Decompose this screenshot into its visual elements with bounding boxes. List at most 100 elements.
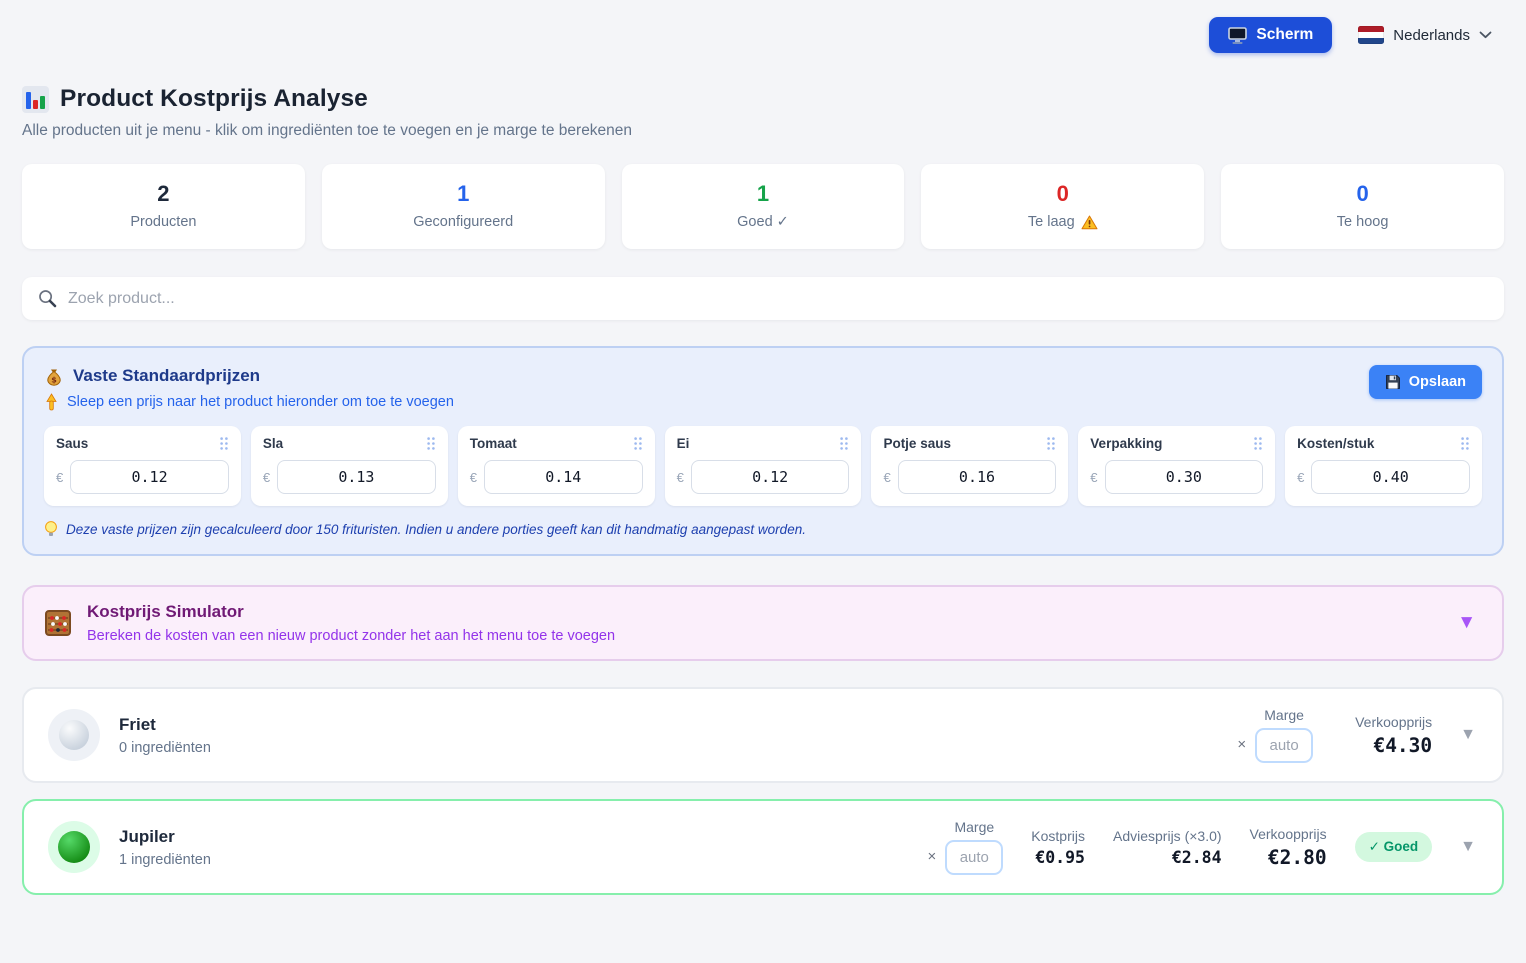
stat-card-te-hoog: 0 Te hoog — [1221, 164, 1504, 249]
simulator-subtitle: Bereken de kosten van een nieuw product … — [87, 628, 615, 644]
verkoopprijs-label: Verkoopprijs — [1250, 826, 1327, 842]
language-selector[interactable]: Nederlands — [1358, 26, 1492, 44]
stats-row: 2 Producten 1 Geconfigureerd 1 Goed ✓ 0 … — [22, 164, 1504, 249]
price-chip-label: Saus — [56, 436, 88, 451]
price-chip-sla[interactable]: Sla € — [251, 426, 448, 506]
search-input[interactable] — [68, 290, 1488, 308]
stat-value: 0 — [1231, 181, 1494, 207]
drag-handle-icon[interactable] — [1046, 436, 1056, 451]
marge-label: Marge — [945, 819, 1003, 835]
simulator-title: Kostprijs Simulator — [87, 602, 615, 622]
standard-prices-subtitle: Sleep een prijs naar het product hierond… — [44, 393, 454, 411]
bar-chart-icon — [22, 86, 49, 113]
price-input[interactable] — [70, 460, 229, 494]
price-chip-label: Verpakking — [1090, 436, 1162, 451]
expand-row-icon[interactable]: ▼ — [1460, 838, 1476, 856]
expand-row-icon[interactable]: ▼ — [1460, 726, 1476, 744]
page-subtitle: Alle producten uit je menu - klik om ing… — [22, 122, 1504, 140]
floppy-disk-icon — [1385, 374, 1401, 390]
simulator-expand-icon[interactable]: ▼ — [1457, 612, 1476, 634]
price-chip-potje-saus[interactable]: Potje saus € — [871, 426, 1068, 506]
price-chip-saus[interactable]: Saus € — [44, 426, 241, 506]
monitor-icon — [1228, 27, 1247, 44]
green-ball-icon — [58, 831, 90, 863]
product-ingredients: 1 ingrediënten — [119, 852, 211, 868]
stat-value: 1 — [332, 181, 595, 207]
page-title: Product Kostprijs Analyse — [22, 85, 1504, 113]
drag-handle-icon[interactable] — [839, 436, 849, 451]
drag-handle-icon[interactable] — [633, 436, 643, 451]
abacus-icon — [44, 609, 72, 637]
grey-ball-icon — [59, 720, 89, 750]
product-ingredients: 0 ingrediënten — [119, 740, 211, 756]
marge-input[interactable] — [945, 840, 1003, 875]
page-header: Product Kostprijs Analyse Alle producten… — [22, 85, 1504, 140]
currency-symbol: € — [1297, 470, 1304, 485]
price-chip-label: Kosten/stuk — [1297, 436, 1374, 451]
kostprijs-value: €0.95 — [1031, 848, 1085, 867]
stat-label: Te laag — [1028, 214, 1075, 230]
price-chip-verpakking[interactable]: Verpakking € — [1078, 426, 1275, 506]
pointing-up-icon — [44, 393, 59, 411]
stat-card-goed: 1 Goed ✓ — [622, 164, 905, 249]
price-chips-row: Saus € Sla — [44, 426, 1482, 506]
standard-prices-note: Deze vaste prijzen zijn gecalculeerd doo… — [44, 520, 1482, 538]
product-avatar — [48, 821, 100, 873]
stat-value: 0 — [931, 181, 1194, 207]
verkoopprijs-value: €4.30 — [1355, 734, 1432, 757]
price-chip-kosten-stuk[interactable]: Kosten/stuk € — [1285, 426, 1482, 506]
currency-symbol: € — [263, 470, 270, 485]
stat-value: 1 — [632, 181, 895, 207]
standard-prices-panel: $ Vaste Standaardprijzen Sleep een prijs… — [22, 346, 1504, 556]
product-avatar — [48, 709, 100, 761]
drag-handle-icon[interactable] — [1460, 436, 1470, 451]
currency-symbol: € — [883, 470, 890, 485]
stat-label: Producten — [130, 214, 196, 230]
price-input[interactable] — [277, 460, 436, 494]
multiply-sign: × — [1237, 736, 1246, 763]
currency-symbol: € — [677, 470, 684, 485]
multiply-sign: × — [928, 848, 937, 875]
drag-handle-icon[interactable] — [219, 436, 229, 451]
top-bar: Scherm Nederlands — [0, 0, 1526, 53]
verkoopprijs-label: Verkoopprijs — [1355, 714, 1432, 730]
marge-input[interactable] — [1255, 728, 1313, 763]
price-input[interactable] — [1105, 460, 1264, 494]
simulator-panel[interactable]: Kostprijs Simulator Bereken de kosten va… — [22, 585, 1504, 661]
currency-symbol: € — [56, 470, 63, 485]
price-chip-ei[interactable]: Ei € — [665, 426, 862, 506]
price-chip-label: Tomaat — [470, 436, 517, 451]
chevron-down-icon — [1479, 31, 1492, 39]
drag-handle-icon[interactable] — [426, 436, 436, 451]
drag-handle-icon[interactable] — [1253, 436, 1263, 451]
adviesprijs-value: €2.84 — [1113, 848, 1222, 867]
status-badge: ✓ Goed — [1355, 832, 1433, 862]
svg-text:$: $ — [51, 375, 57, 384]
product-row-friet[interactable]: Friet 0 ingrediënten × Marge Verkoopprij… — [22, 687, 1504, 783]
price-chip-tomaat[interactable]: Tomaat € — [458, 426, 655, 506]
page-title-text: Product Kostprijs Analyse — [60, 85, 368, 113]
currency-symbol: € — [1090, 470, 1097, 485]
price-input[interactable] — [691, 460, 850, 494]
adviesprijs-label: Adviesprijs (×3.0) — [1113, 828, 1222, 844]
language-label: Nederlands — [1393, 27, 1470, 44]
search-icon — [38, 289, 57, 308]
save-button-label: Opslaan — [1409, 374, 1466, 390]
price-chip-label: Potje saus — [883, 436, 951, 451]
warning-icon — [1081, 215, 1098, 230]
save-button[interactable]: Opslaan — [1369, 365, 1482, 399]
price-input[interactable] — [1311, 460, 1470, 494]
screen-button-label: Scherm — [1256, 26, 1313, 44]
product-row-jupiler[interactable]: Jupiler 1 ingrediënten × Marge Kostprijs… — [22, 799, 1504, 895]
stat-label: Te hoog — [1337, 214, 1389, 230]
price-input[interactable] — [898, 460, 1057, 494]
price-chip-label: Ei — [677, 436, 690, 451]
kostprijs-label: Kostprijs — [1031, 828, 1085, 844]
price-input[interactable] — [484, 460, 643, 494]
product-name: Jupiler — [119, 827, 211, 847]
stat-card-geconfigureerd: 1 Geconfigureerd — [322, 164, 605, 249]
money-bag-icon: $ — [44, 365, 64, 386]
screen-button[interactable]: Scherm — [1209, 17, 1332, 53]
stat-value: 2 — [32, 181, 295, 207]
netherlands-flag-icon — [1358, 26, 1384, 44]
